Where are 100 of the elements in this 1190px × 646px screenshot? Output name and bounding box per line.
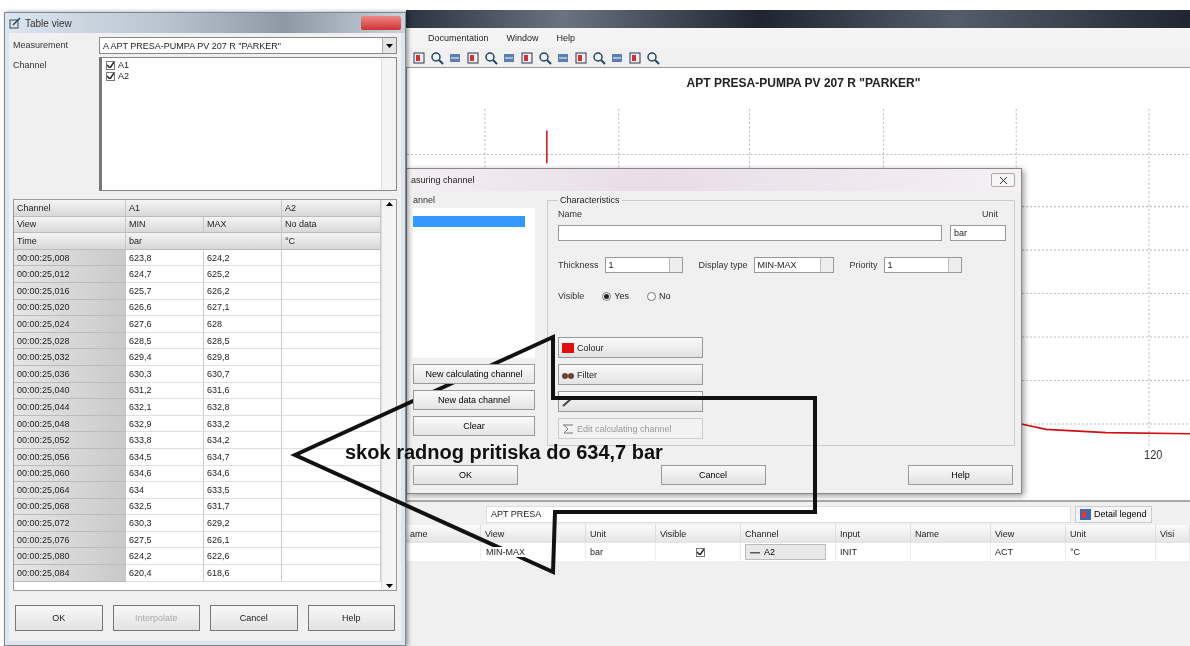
table-cell: 623,8 (126, 249, 204, 267)
toolbar-icon[interactable] (646, 50, 660, 65)
table-cell: 628,5 (204, 332, 282, 350)
dialog-button[interactable]: Cancel (660, 465, 766, 485)
table-cell: 627,6 (126, 316, 204, 333)
table-cell: 632,8 (204, 399, 282, 416)
scroll-up-icon[interactable] (385, 202, 393, 206)
time-cell: 00:00:25,080 (14, 548, 126, 566)
side-button[interactable]: Clear (413, 416, 535, 436)
table-cell: 632,9 (126, 415, 204, 433)
dialog-button[interactable]: Cancel (210, 605, 298, 631)
table-cell-text: MIN-MAX (485, 547, 526, 557)
dialog-title: asuring channel (411, 175, 475, 185)
column-header: View (481, 525, 586, 543)
table-cell: 630,3 (126, 365, 204, 383)
table-cell: 628 (204, 316, 282, 333)
menu-item[interactable]: Window (506, 33, 539, 43)
toolbar-icon[interactable] (466, 50, 480, 65)
dialog-button[interactable]: OK (413, 465, 518, 485)
menu-item[interactable]: Help (556, 33, 576, 43)
thickness-spinner[interactable]: 1 (604, 257, 683, 273)
time-cell: 00:00:25,064 (14, 482, 126, 499)
column-header: Unit (1066, 525, 1156, 543)
toolbar-icon[interactable] (538, 50, 552, 65)
group-label: annel (413, 195, 437, 205)
time-cell: 00:00:25,072 (14, 515, 126, 532)
display-type-select[interactable]: MIN-MAX (753, 257, 834, 273)
field-label: Priority (849, 260, 878, 270)
column-header: Channel (741, 525, 836, 543)
table-cell: 624,2 (204, 249, 282, 267)
priority-spinner[interactable]: 1 (883, 257, 962, 273)
table-icon (9, 17, 21, 29)
toolbar-icon[interactable] (430, 50, 444, 65)
action-button[interactable]: Colour (558, 337, 703, 358)
toolbar-icon[interactable] (592, 50, 606, 65)
radio-dot-icon (604, 293, 610, 299)
table-cell: 618,6 (204, 565, 282, 582)
visible-radio[interactable]: Yes (602, 291, 630, 301)
channel-checkbox[interactable]: A1 (106, 60, 377, 70)
table-cell: 633,5 (204, 482, 282, 499)
scrollbar[interactable] (381, 58, 396, 190)
close-button[interactable] (991, 173, 1015, 187)
table-cell: 628,5 (126, 332, 204, 350)
table-cell: 620,4 (126, 565, 204, 582)
time-cell: 00:00:25,044 (14, 399, 126, 416)
table-cell: 634,6 (126, 465, 204, 483)
table-cell: 624,2 (126, 548, 204, 566)
table-cell: 631,2 (126, 382, 204, 400)
table-cell: 627,1 (204, 299, 282, 317)
unit-field[interactable]: bar (950, 225, 1006, 241)
toolbar-icon[interactable] (520, 50, 534, 65)
field-label: Visible (558, 291, 585, 301)
menu-item[interactable]: Documentation (428, 33, 489, 43)
toolbar-icon[interactable] (484, 50, 498, 65)
time-cell: 00:00:25,024 (14, 316, 126, 333)
line-swatch-icon (750, 550, 760, 554)
table-cell: 632,5 (126, 498, 204, 516)
column-header: Input (836, 525, 911, 543)
column-header: Visible (656, 525, 741, 543)
table-cell: 625,2 (204, 266, 282, 283)
table-cell: 629,2 (204, 515, 282, 532)
scroll-down-icon[interactable] (385, 584, 393, 588)
column-header: Name (911, 525, 991, 543)
side-button[interactable]: New calculating channel (413, 364, 535, 384)
dialog-button[interactable]: Help (307, 605, 395, 631)
name-field[interactable] (558, 225, 942, 241)
table-cell: 633,8 (126, 432, 204, 449)
table-cell: 629,4 (126, 349, 204, 366)
channel-button[interactable]: A2 (745, 544, 826, 560)
table-cell: 631,7 (204, 498, 282, 516)
visible-checkbox[interactable] (695, 547, 705, 557)
measurement-select[interactable]: A APT PRESA-PUMPA PV 207 R "PARKER" (99, 37, 397, 54)
table-cell: 627,5 (126, 531, 204, 549)
dialog-button[interactable]: Help (908, 465, 1013, 485)
field-label: Measurement (13, 39, 70, 52)
visible-radio[interactable]: No (647, 291, 671, 301)
field-label: Thickness (558, 260, 599, 270)
action-button[interactable]: Filter (558, 364, 703, 385)
header-cell: Channel (14, 200, 126, 217)
table-cell: ACT (991, 543, 1066, 561)
header-cell: A2 (282, 200, 381, 217)
header-cell: A1 (126, 200, 282, 217)
detail-legend-button[interactable]: Detail legend (1075, 505, 1152, 523)
table-cell: 630,7 (204, 365, 282, 383)
table-cell: 634 (126, 482, 204, 499)
field-label: Unit (982, 209, 998, 219)
side-button[interactable]: New data channel (413, 390, 535, 410)
table-cell: 633,2 (204, 415, 282, 433)
column-header: Unit (586, 525, 656, 543)
dialog-button[interactable]: OK (15, 605, 103, 631)
axis-label: 120 (1144, 448, 1163, 461)
window-title: Table view (25, 17, 72, 29)
table-cell: 632,1 (126, 399, 204, 416)
group-label: Characteristics (559, 195, 621, 205)
toolbar-icon[interactable] (628, 50, 642, 65)
legend-icon (1080, 508, 1091, 520)
toolbar-icon[interactable] (574, 50, 588, 65)
toolbar-icon[interactable] (412, 50, 426, 65)
time-cell: 00:00:25,084 (14, 565, 126, 582)
channel-checkbox[interactable]: A2 (106, 71, 377, 81)
